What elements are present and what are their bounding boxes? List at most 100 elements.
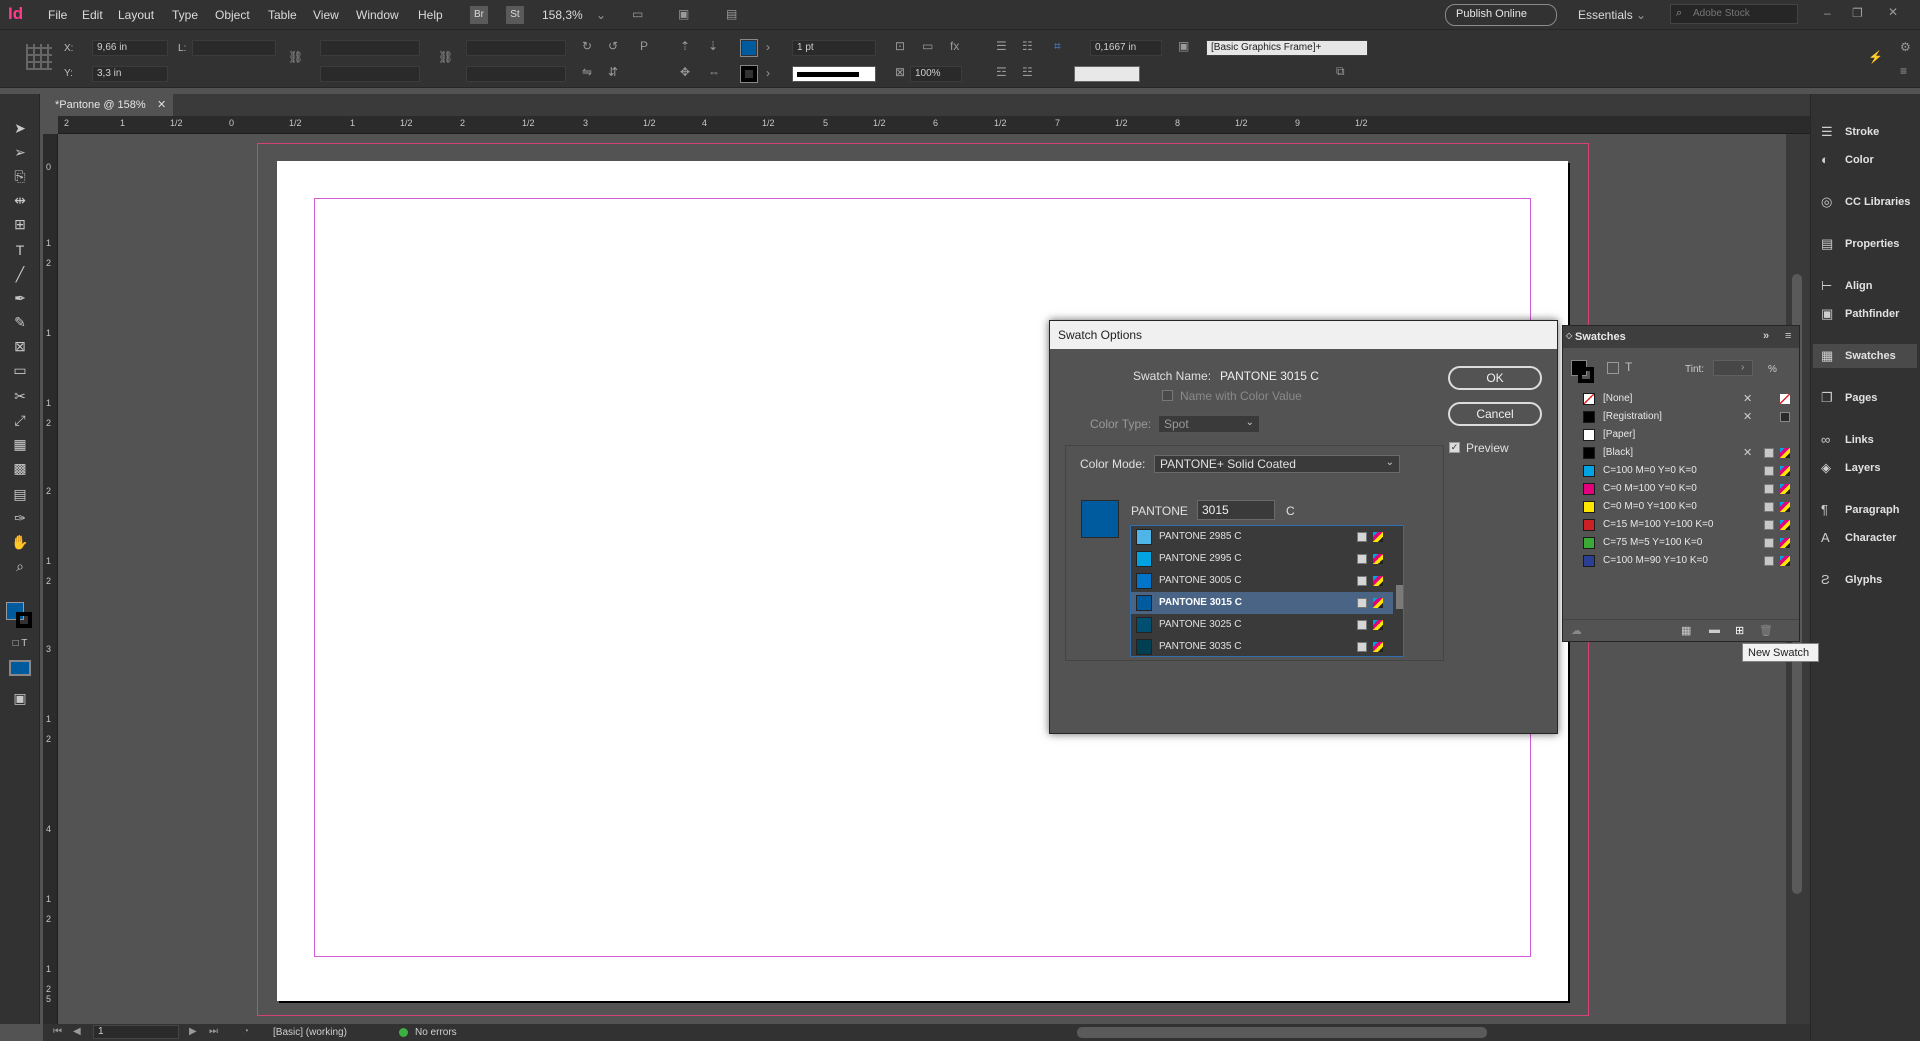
line-tool-icon[interactable]: ╱ [10, 264, 30, 284]
auto-fit-icon[interactable]: ⌗ [1054, 39, 1061, 54]
pencil-tool-icon[interactable]: ✎ [10, 312, 30, 332]
swatch-row[interactable]: C=100 M=90 Y=10 K=0 [1567, 550, 1795, 572]
menu-file[interactable]: File [48, 8, 67, 22]
type-tool-icon[interactable]: T [10, 240, 30, 260]
direct-selection-tool-icon[interactable]: ➢ [10, 142, 30, 162]
fitting-icon[interactable]: ⊡ [895, 39, 905, 53]
panel-tab-glyphs[interactable]: Ƨ Glyphs [1813, 568, 1917, 592]
view-options-icon[interactable]: ▭ [632, 7, 643, 21]
shear-angle-field[interactable] [466, 66, 566, 82]
minimize-icon[interactable]: – [1824, 6, 1831, 20]
panel-tab-character[interactable]: A Character [1813, 526, 1917, 550]
rectangle-tool-icon[interactable]: ▭ [10, 360, 30, 380]
menu-view[interactable]: View [313, 8, 339, 22]
cancel-button[interactable]: Cancel [1448, 402, 1542, 426]
arrange-documents-icon[interactable]: ▤ [726, 7, 737, 21]
flip-vertical-icon[interactable]: ⇵ [608, 65, 618, 79]
rotation-angle-field[interactable] [466, 40, 566, 56]
select-content-icon[interactable]: ⇣ [708, 39, 718, 53]
note-tool-icon[interactable]: ▤ [10, 484, 30, 504]
panel-tab-align[interactable]: ⊢ Align [1813, 274, 1917, 298]
dialog-title-bar[interactable]: Swatch Options [1050, 321, 1557, 349]
width-field[interactable] [192, 40, 276, 56]
gradient-feather-tool-icon[interactable]: ▩ [10, 458, 30, 478]
pantone-list-scroll-thumb[interactable] [1396, 585, 1403, 609]
rectangle-frame-tool-icon[interactable]: ⊠ [10, 336, 30, 356]
last-page-icon[interactable]: ⏭ [209, 1026, 218, 1037]
delete-swatch-icon[interactable]: 🗑 [1759, 624, 1773, 637]
reference-point-icon[interactable] [26, 44, 52, 70]
gap-tool-icon[interactable]: ⇹ [10, 190, 30, 210]
close-icon[interactable]: ✕ [1888, 5, 1898, 19]
corner-shape-select[interactable] [1074, 66, 1140, 82]
page-number-field[interactable]: 1 [93, 1025, 179, 1039]
free-transform-tool-icon[interactable]: ⤢ [10, 410, 30, 430]
swatches-stroke-box[interactable] [1578, 367, 1594, 383]
collapse-icon[interactable]: ◇ [1566, 331, 1572, 340]
tint-arrow-icon[interactable]: › [1741, 362, 1744, 373]
menu-table[interactable]: Table [268, 8, 297, 22]
content-collector-icon[interactable]: ⊞ [10, 214, 30, 234]
show-swatch-kinds-icon[interactable]: ▦ [1681, 624, 1691, 637]
zoom-dropdown-icon[interactable]: ⌄ [596, 8, 606, 22]
y-position-field[interactable]: 3,3 in [92, 66, 168, 82]
panel-tab-layers[interactable]: ◈ Layers [1813, 456, 1917, 480]
wrap-jump-icon[interactable]: ☳ [1022, 65, 1033, 79]
constrain-proportions-icon[interactable]: ⛓ [288, 50, 303, 64]
pantone-number-input[interactable]: 3015 [1197, 500, 1275, 520]
clear-overrides-icon[interactable]: ⧉ [1336, 64, 1345, 79]
corner-offset-field[interactable]: 0,1667 in [1090, 40, 1162, 56]
pantone-list-item[interactable]: PANTONE 3035 C [1131, 636, 1393, 656]
next-page-icon[interactable]: ▶ [189, 1026, 197, 1037]
menu-help[interactable]: Help [418, 8, 443, 22]
horizontal-ruler[interactable]: 2 1 1/2 0 1/2 1 1/2 2 1/2 3 1/2 4 1/2 5 1/2 6 1/2 7 1/2 8 1/… [58, 116, 1810, 134]
select-previous-icon[interactable]: ✥ [680, 65, 690, 79]
new-swatch-icon[interactable]: ⊞ [1735, 624, 1744, 637]
screen-mode-icon[interactable]: ▣ [678, 7, 689, 21]
frame-fit-icon[interactable]: ▭ [922, 39, 933, 53]
panel-menu-icon[interactable]: ≡ [1900, 64, 1907, 78]
pantone-list-item[interactable]: PANTONE 3005 C [1131, 570, 1393, 592]
tint-field[interactable] [1713, 360, 1753, 376]
vertical-ruler[interactable]: 012112212312412512 [43, 134, 58, 1026]
pantone-list-item[interactable]: PANTONE 3015 C [1131, 592, 1393, 614]
link-icon[interactable]: ⛓ [438, 50, 453, 64]
text-format-icon[interactable]: T [1625, 360, 1632, 374]
select-container-icon[interactable]: ⇡ [680, 39, 690, 53]
close-tab-icon[interactable]: ✕ [157, 98, 166, 111]
cc-library-icon[interactable]: ☁ [1571, 624, 1582, 637]
stroke-type-select[interactable] [792, 66, 876, 82]
fill-swatch[interactable] [740, 39, 758, 57]
menu-layout[interactable]: Layout [118, 8, 154, 22]
rotate-ccw-icon[interactable]: ↺ [608, 39, 618, 53]
stock-search-input[interactable]: ⌕ Adobe Stock [1670, 4, 1798, 24]
panel-tab-pages[interactable]: ❐ Pages [1813, 386, 1917, 410]
first-page-icon[interactable]: ⏮ [53, 1026, 62, 1037]
ok-button[interactable]: OK [1448, 366, 1542, 390]
screen-mode-tool-icon[interactable]: ▣ [10, 688, 30, 708]
object-style-select[interactable]: [Basic Graphics Frame]+ [1206, 40, 1368, 56]
workspace-chevron-icon[interactable]: ⌄ [1636, 8, 1646, 22]
page-tool-icon[interactable]: ⎘ [10, 166, 30, 186]
panel-tab-pathfinder[interactable]: ▣ Pathfinder [1813, 302, 1917, 326]
wrap-none-icon[interactable]: ☰ [996, 39, 1007, 53]
pantone-list-item[interactable]: PANTONE 2995 C [1131, 548, 1393, 570]
panel-tab-stroke[interactable]: ☰ Stroke [1813, 120, 1917, 144]
expand-panel-icon[interactable]: » [1763, 330, 1769, 342]
workspace-switcher[interactable]: Essentials [1578, 8, 1633, 22]
menu-object[interactable]: Object [215, 8, 250, 22]
gradient-swatch-tool-icon[interactable]: ▦ [10, 434, 30, 454]
select-next-icon[interactable]: ⇔ [708, 65, 720, 79]
stroke-weight-field[interactable]: 1 pt [792, 40, 876, 56]
horizontal-scroll-thumb[interactable] [1077, 1027, 1487, 1038]
gear-icon[interactable]: ⚙ [1900, 40, 1911, 54]
panel-tab-cc-libraries[interactable]: ◎ CC Libraries [1813, 190, 1917, 214]
color-mode-select[interactable]: PANTONE+ Solid Coated ⌄ [1154, 455, 1400, 473]
hand-tool-icon[interactable]: ✋ [10, 532, 30, 552]
pantone-list-item[interactable]: PANTONE 2985 C [1131, 526, 1393, 548]
preflight-errors[interactable]: No errors [415, 1027, 457, 1038]
panel-tab-swatches[interactable]: ▦ Swatches [1813, 344, 1917, 368]
container-format-icon[interactable] [1607, 362, 1619, 374]
preflight-profile[interactable]: [Basic] (working) [273, 1027, 347, 1038]
selection-tool-icon[interactable]: ➤ [10, 118, 30, 138]
